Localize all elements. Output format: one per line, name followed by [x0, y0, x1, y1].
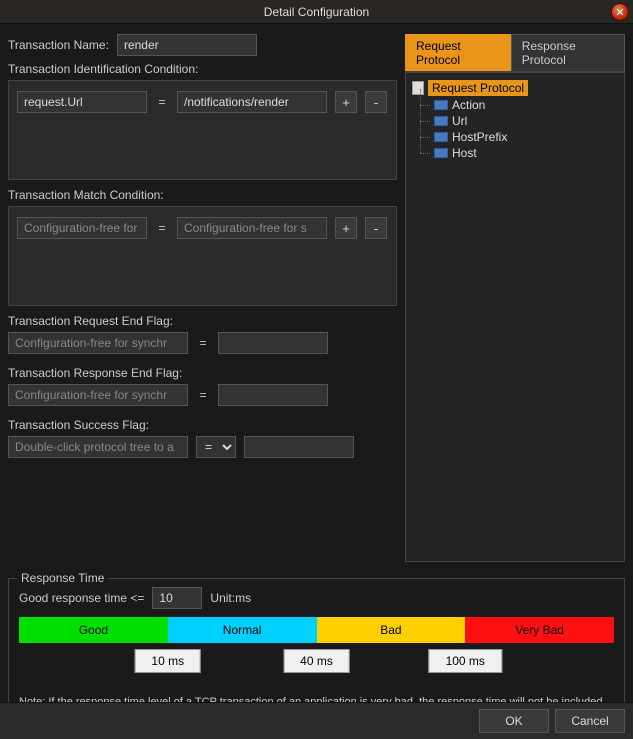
- field-icon: [434, 148, 448, 158]
- protocol-tree: Request Protocol Action Url HostPrefix H…: [405, 72, 625, 562]
- request-end-left-input[interactable]: [8, 332, 188, 354]
- threshold-3[interactable]: 100 ms: [429, 649, 502, 673]
- threshold-2[interactable]: 40 ms: [283, 649, 350, 673]
- threshold-row: 10 ms 40 ms 100 ms: [19, 649, 614, 679]
- field-icon: [434, 116, 448, 126]
- tree-item-action[interactable]: Action: [432, 97, 620, 113]
- match-remove-button[interactable]: -: [365, 217, 387, 239]
- equals-sign: =: [196, 388, 210, 402]
- titlebar: Detail Configuration ✕: [0, 0, 633, 24]
- request-end-right-input[interactable]: [218, 332, 328, 354]
- ok-button[interactable]: OK: [479, 709, 549, 733]
- match-add-button[interactable]: +: [335, 217, 357, 239]
- response-end-label: Transaction Response End Flag:: [8, 366, 397, 380]
- window-title: Detail Configuration: [264, 5, 369, 19]
- ident-remove-button[interactable]: -: [365, 91, 387, 113]
- match-box: = + -: [8, 206, 397, 306]
- ident-right-input[interactable]: [177, 91, 327, 113]
- success-label: Transaction Success Flag:: [8, 418, 397, 432]
- ident-add-button[interactable]: +: [335, 91, 357, 113]
- field-icon: [434, 132, 448, 142]
- close-button[interactable]: ✕: [611, 3, 629, 21]
- bar-bad: Bad: [317, 617, 466, 643]
- tree-root[interactable]: Request Protocol: [410, 79, 620, 97]
- bar-normal: Normal: [168, 617, 317, 643]
- match-right-input[interactable]: [177, 217, 327, 239]
- field-icon: [434, 100, 448, 110]
- document-icon: [412, 81, 424, 95]
- good-response-input[interactable]: [152, 587, 202, 609]
- protocol-tabs: Request Protocol Response Protocol: [405, 34, 625, 72]
- success-left-input[interactable]: [8, 436, 188, 458]
- match-left-input[interactable]: [17, 217, 147, 239]
- match-label: Transaction Match Condition:: [8, 188, 397, 202]
- close-icon: ✕: [615, 6, 624, 19]
- transaction-name-label: Transaction Name:: [8, 38, 109, 52]
- response-end-left-input[interactable]: [8, 384, 188, 406]
- good-response-label: Good response time <=: [19, 591, 144, 605]
- identification-box: = + -: [8, 80, 397, 180]
- equals-sign: =: [155, 95, 169, 109]
- bar-very-bad: Very Bad: [465, 617, 614, 643]
- tree-item-host[interactable]: Host: [432, 145, 620, 161]
- request-end-label: Transaction Request End Flag:: [8, 314, 397, 328]
- success-right-input[interactable]: [244, 436, 354, 458]
- bar-good: Good: [19, 617, 168, 643]
- response-time-bar: Good Normal Bad Very Bad: [19, 617, 614, 643]
- tree-item-hostprefix[interactable]: HostPrefix: [432, 129, 620, 145]
- transaction-name-input[interactable]: [117, 34, 257, 56]
- identification-label: Transaction Identification Condition:: [8, 62, 397, 76]
- tab-request-protocol[interactable]: Request Protocol: [405, 34, 511, 71]
- equals-sign: =: [155, 221, 169, 235]
- ident-left-input[interactable]: [17, 91, 147, 113]
- threshold-1[interactable]: 10 ms: [134, 649, 201, 673]
- response-end-right-input[interactable]: [218, 384, 328, 406]
- unit-label: Unit:ms: [210, 591, 251, 605]
- footer: OK Cancel: [0, 702, 633, 739]
- equals-sign: =: [196, 336, 210, 350]
- response-time-legend: Response Time: [17, 571, 108, 585]
- tree-item-url[interactable]: Url: [432, 113, 620, 129]
- success-op-select[interactable]: =: [196, 436, 236, 458]
- tab-response-protocol[interactable]: Response Protocol: [511, 34, 625, 71]
- cancel-button[interactable]: Cancel: [555, 709, 625, 733]
